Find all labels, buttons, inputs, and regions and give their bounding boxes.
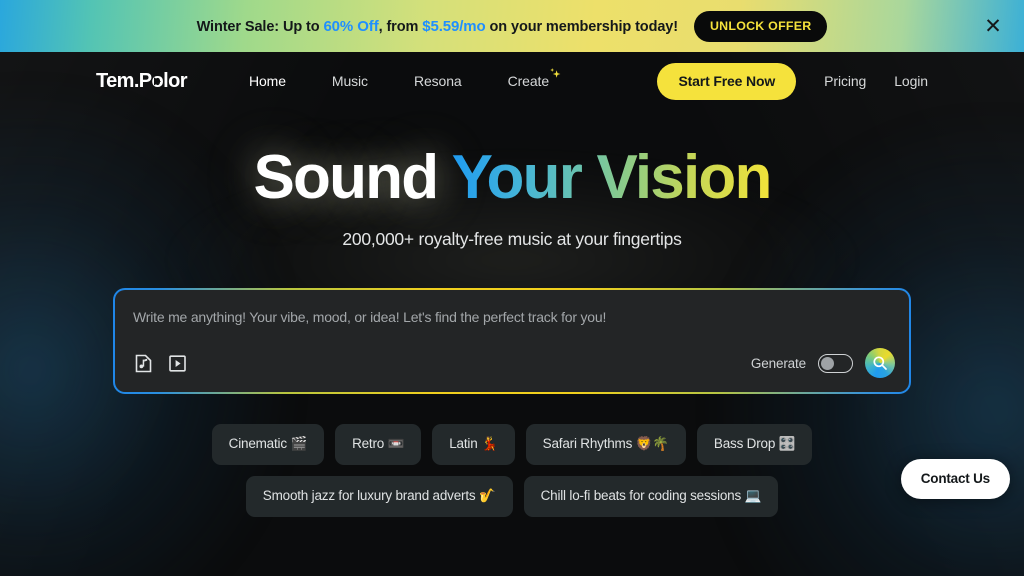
video-file-icon[interactable] — [167, 353, 188, 374]
contact-us-button[interactable]: Contact Us — [900, 459, 1010, 499]
page-title: Sound Your Vision — [253, 147, 772, 209]
promo-banner-inner: Winter Sale: Up to 60% Off, from $5.59/m… — [196, 10, 828, 42]
suggestion-chips: Cinematic 🎬 Retro 📼 Latin 💃 Safari Rhyth… — [152, 424, 872, 517]
hero-title-white: Sound — [253, 143, 439, 212]
chip-retro[interactable]: Retro 📼 — [335, 424, 422, 465]
nav-link-resona[interactable]: Resona — [414, 73, 462, 89]
promo-prefix: Winter Sale: Up to — [196, 18, 324, 35]
nav-link-login[interactable]: Login — [894, 73, 928, 89]
generate-toggle[interactable] — [818, 353, 853, 373]
chip-cinematic[interactable]: Cinematic 🎬 — [211, 424, 325, 465]
promo-price: $5.59/mo — [422, 17, 486, 35]
main-nav: Home Music Resona Create — [249, 68, 561, 89]
promo-banner: Winter Sale: Up to 60% Off, from $5.59/m… — [0, 0, 1024, 52]
hero-section: Sound Your Vision 200,000+ royalty-free … — [0, 110, 1024, 250]
logo-text-pre: Tem.P — [96, 69, 152, 92]
navbar: Tem.Polor Home Music Resona Create Start… — [0, 52, 1024, 110]
search-box-border: Generate — [113, 288, 911, 394]
search-box: Generate — [115, 290, 909, 392]
promo-mid: , from — [378, 18, 423, 35]
hero-title-gradient: Your Vision — [451, 143, 773, 212]
nav-link-music[interactable]: Music — [332, 73, 368, 89]
nav-link-pricing[interactable]: Pricing — [824, 73, 866, 89]
nav-right: Start Free Now Pricing Login — [657, 62, 928, 100]
play-triangle-icon — [154, 77, 162, 86]
music-file-icon[interactable] — [133, 353, 154, 374]
close-icon[interactable]: ✕ — [978, 11, 1008, 41]
unlock-offer-button[interactable]: UNLOCK OFFER — [693, 10, 828, 42]
search-icon — [873, 356, 887, 370]
logo-text-post: lor — [163, 69, 187, 92]
logo[interactable]: Tem.Polor — [96, 69, 188, 93]
search-input[interactable] — [133, 306, 891, 328]
logo-play-mark: o — [152, 70, 164, 93]
chip-safari-rhythms[interactable]: Safari Rhythms 🦁🌴 — [525, 424, 686, 465]
chip-chill-lofi[interactable]: Chill lo-fi beats for coding sessions 💻 — [523, 476, 779, 517]
promo-banner-text: Winter Sale: Up to 60% Off, from $5.59/m… — [196, 17, 679, 35]
chip-row-2: Smooth jazz for luxury brand adverts 🎷 C… — [152, 476, 872, 517]
nav-link-home[interactable]: Home — [249, 73, 286, 89]
chip-bass-drop[interactable]: Bass Drop 🎛️ — [696, 424, 813, 465]
chip-row-1: Cinematic 🎬 Retro 📼 Latin 💃 Safari Rhyth… — [152, 424, 872, 465]
promo-suffix: on your membership today! — [485, 18, 679, 35]
search-box-toolbar: Generate — [133, 348, 895, 378]
search-toolbar-right: Generate — [751, 348, 895, 378]
nav-link-create-label: Create — [507, 73, 550, 89]
hero-subtitle: 200,000+ royalty-free music at your fing… — [342, 229, 682, 249]
search-submit-button[interactable] — [865, 348, 895, 378]
generate-toggle-knob — [821, 356, 834, 370]
nav-link-create[interactable]: Create — [507, 68, 561, 89]
promo-discount: 60% Off — [323, 17, 379, 35]
chip-smooth-jazz[interactable]: Smooth jazz for luxury brand adverts 🎷 — [245, 476, 513, 517]
sparkle-icon — [547, 67, 562, 85]
start-free-now-button[interactable]: Start Free Now — [657, 62, 797, 100]
chip-latin[interactable]: Latin 💃 — [432, 424, 515, 465]
generate-label: Generate — [750, 355, 806, 371]
